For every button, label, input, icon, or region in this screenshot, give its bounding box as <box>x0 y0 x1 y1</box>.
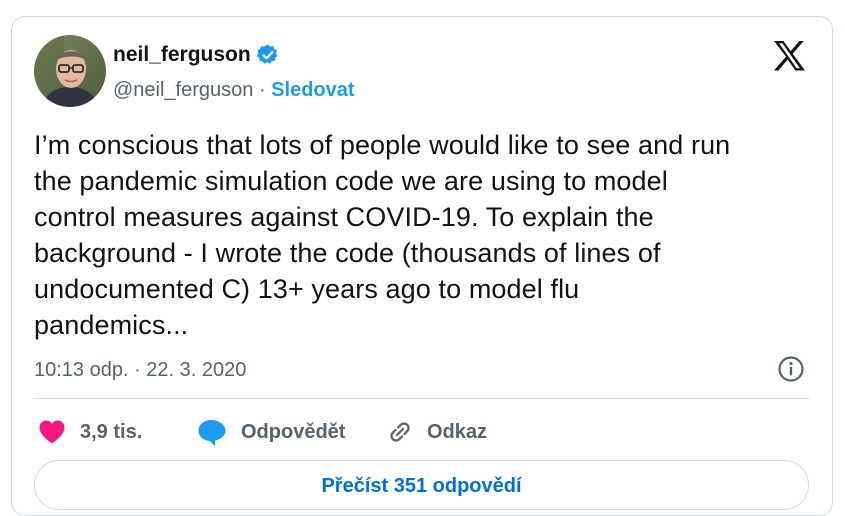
tweet-text: I’m conscious that lots of people would … <box>34 130 731 340</box>
verified-badge-icon <box>256 43 280 67</box>
reply-label: Odpovědět <box>241 420 346 443</box>
reply-bubble-icon <box>197 418 227 446</box>
copy-link-button[interactable]: Odkaz <box>387 415 487 449</box>
divider <box>34 398 809 399</box>
read-replies-button[interactable]: Přečíst 351 odpovědí <box>34 460 809 510</box>
author-display-name[interactable]: neil_ferguson <box>113 42 251 68</box>
reply-button[interactable]: Odpovědět <box>197 415 345 449</box>
avatar-image <box>34 35 106 107</box>
like-count: 3,9 tis. <box>80 420 143 443</box>
like-button[interactable]: 3,9 tis. <box>38 415 142 449</box>
avatar[interactable] <box>34 35 106 107</box>
link-label: Odkaz <box>427 420 488 443</box>
info-icon[interactable] <box>777 355 805 383</box>
author-name-row[interactable]: neil_ferguson <box>113 42 280 68</box>
handle-separator: · <box>253 79 272 101</box>
author-handle[interactable]: @neil_ferguson <box>113 79 253 101</box>
author-handle-line: @neil_ferguson · Sledovat <box>113 77 355 103</box>
heart-icon <box>38 419 66 445</box>
link-icon <box>387 419 413 445</box>
action-bar: 3,9 tis. Odpovědět Odkaz <box>34 415 814 449</box>
tweet-timestamp[interactable]: 10:13 odp. · 22. 3. 2020 <box>34 357 246 383</box>
tweet-card: neil_ferguson @neil_ferguson · Sledovat … <box>11 16 833 516</box>
x-logo-icon[interactable] <box>773 40 806 71</box>
follow-button[interactable]: Sledovat <box>271 79 354 101</box>
